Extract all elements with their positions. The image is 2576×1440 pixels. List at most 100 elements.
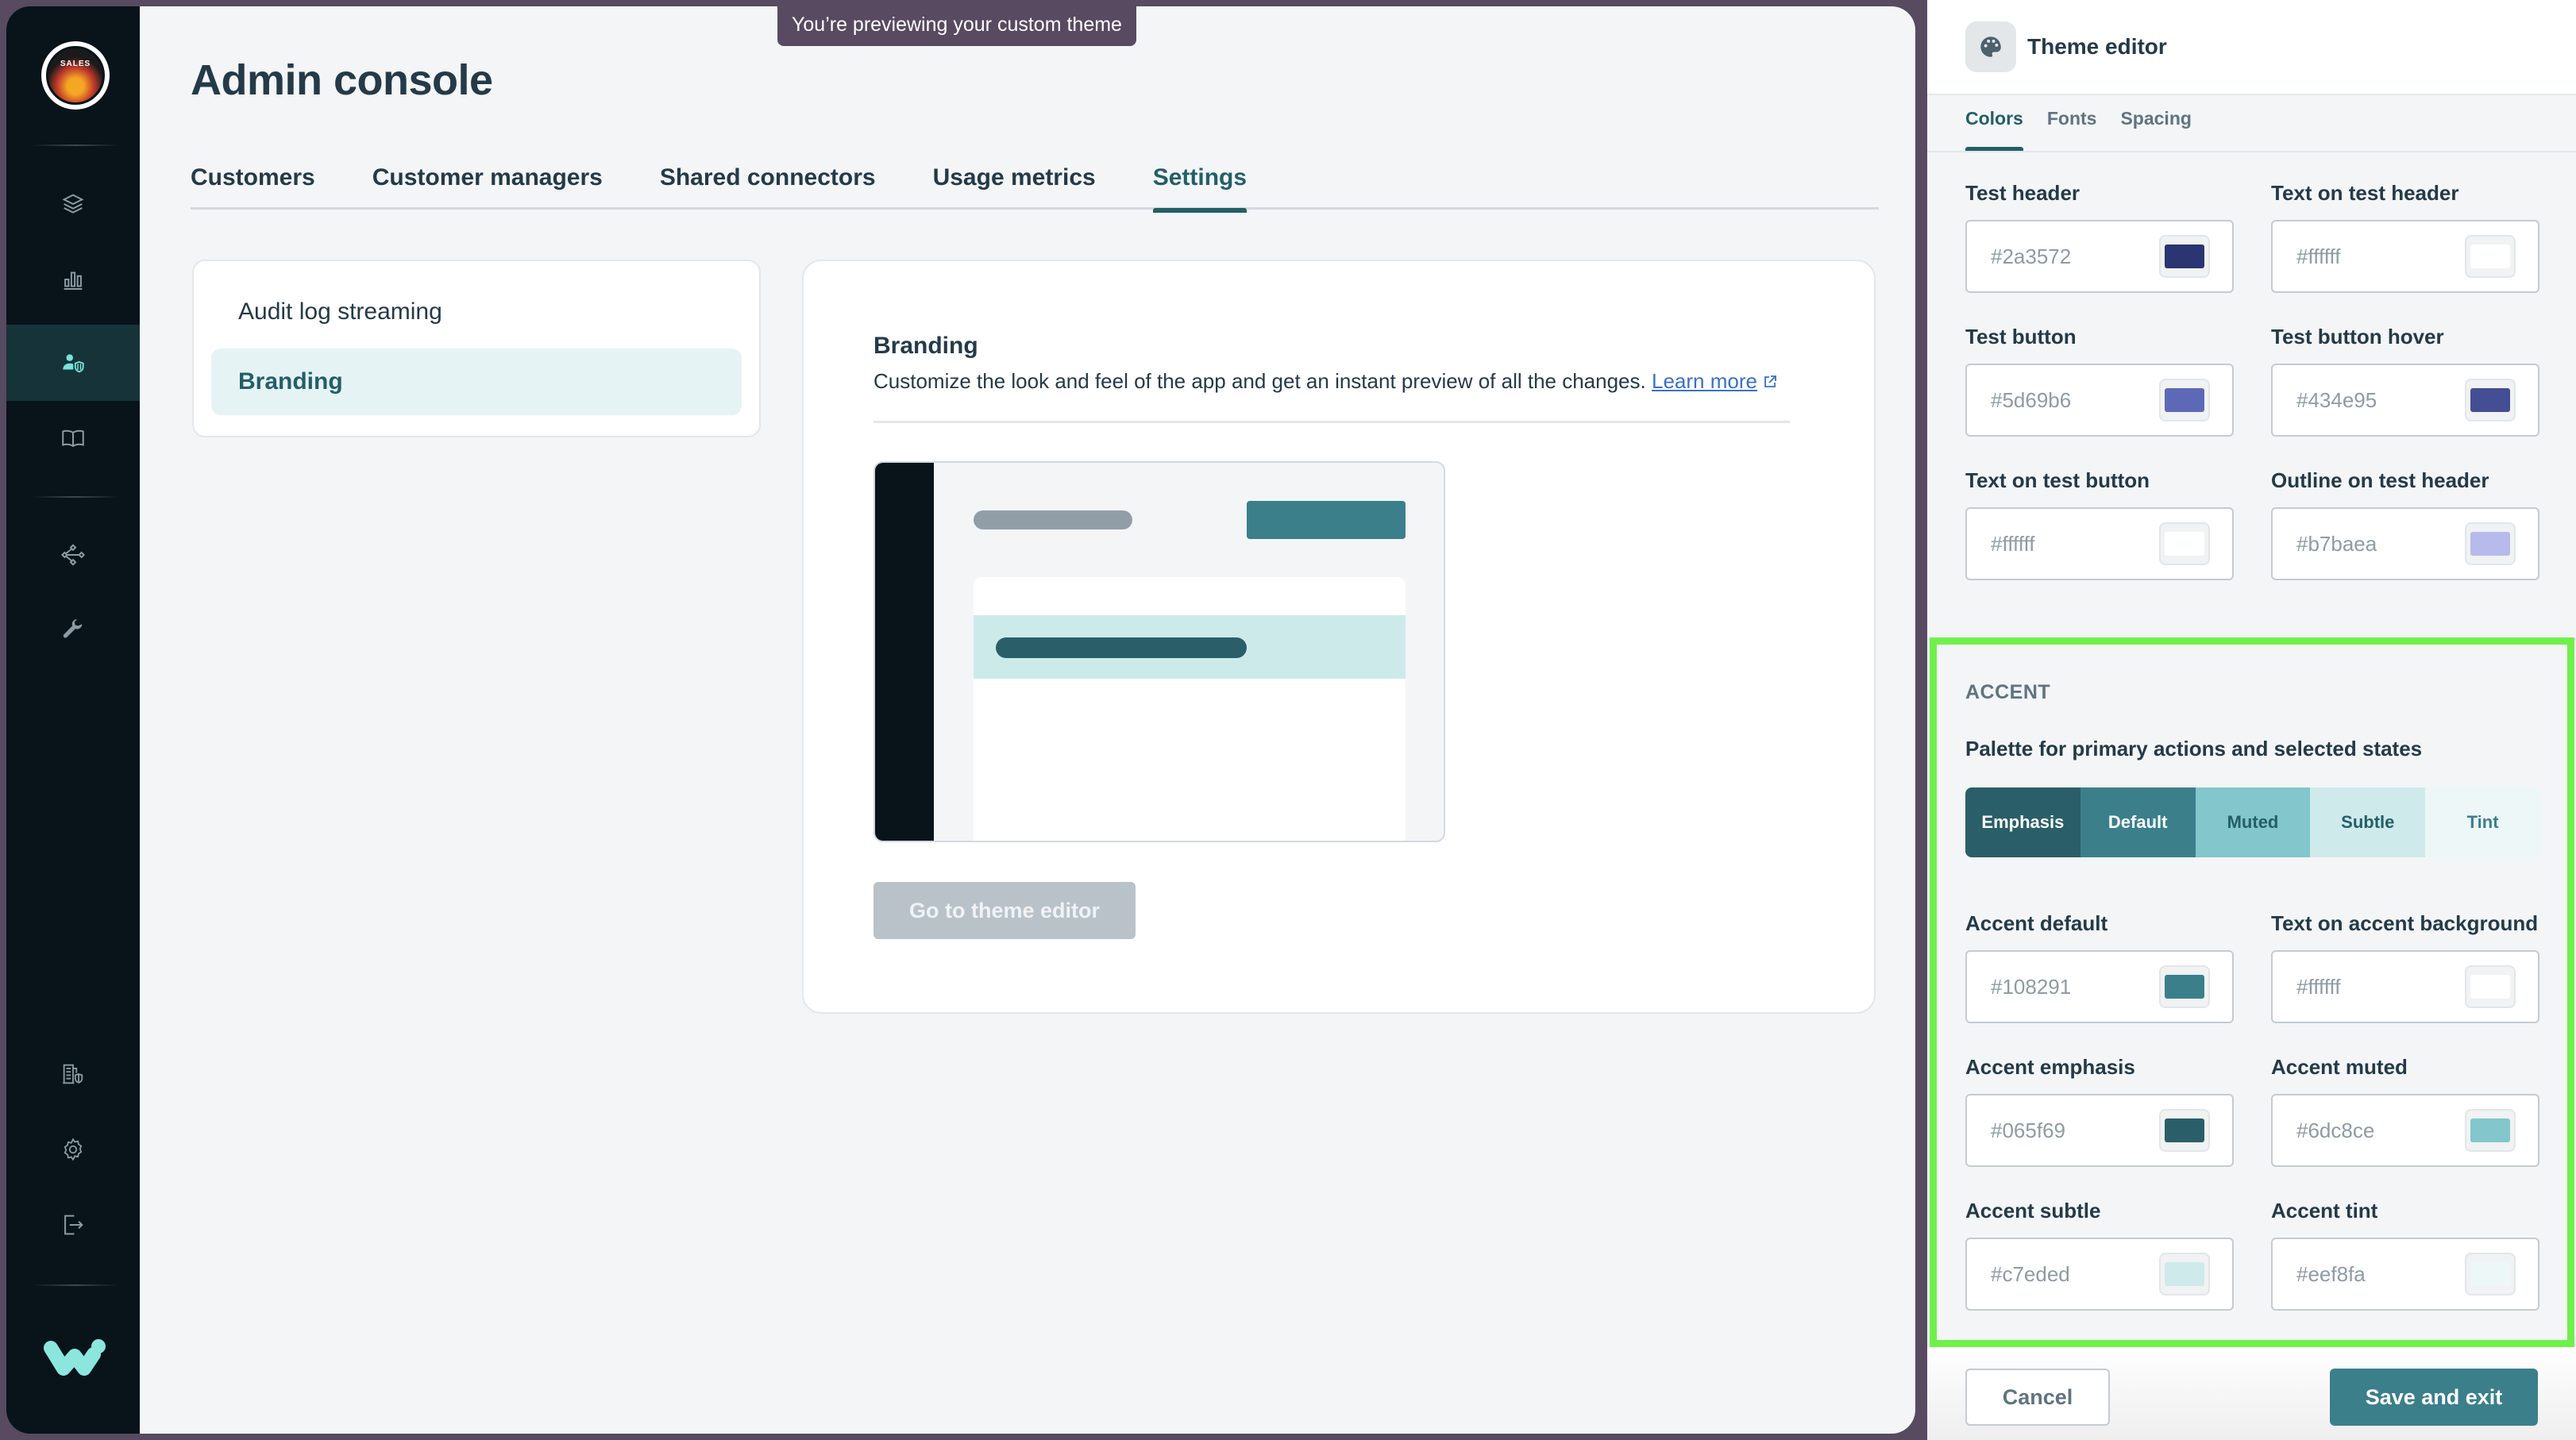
- sidebar-item-tools[interactable]: [6, 592, 140, 668]
- sidebar-item-analytics[interactable]: [6, 241, 140, 318]
- color-swatch: [2165, 388, 2204, 412]
- color-swatch-button[interactable]: [2465, 1253, 2516, 1296]
- field-label: Test header: [1965, 181, 2080, 205]
- color-swatch-button[interactable]: [2159, 965, 2210, 1008]
- color-swatch: [2470, 975, 2510, 999]
- cancel-button[interactable]: Cancel: [1965, 1369, 2110, 1426]
- field-label: Accent muted: [2271, 1055, 2408, 1079]
- settings-nav: Audit log streaming Branding: [192, 260, 761, 437]
- field-text-on-test-header: Text on test header #ffffff: [2271, 181, 2539, 293]
- hex-value: #eef8fa: [2296, 1261, 2366, 1286]
- tab-fonts[interactable]: Fonts: [2047, 95, 2097, 151]
- color-swatch-button[interactable]: [2159, 379, 2210, 422]
- sidebar-item-layers[interactable]: [6, 166, 140, 242]
- color-swatch-button[interactable]: [2465, 522, 2516, 565]
- test-header-color-input[interactable]: #2a3572: [1965, 220, 2234, 293]
- tab-settings[interactable]: Settings: [1152, 162, 1248, 213]
- field-label: Text on test header: [2271, 181, 2459, 205]
- field-label: Accent emphasis: [1965, 1055, 2135, 1079]
- accent-heading: ACCENT: [1965, 681, 2051, 703]
- settings-nav-branding[interactable]: Branding: [211, 348, 742, 415]
- layers-icon: [62, 194, 84, 214]
- sidebar-item-organization[interactable]: [6, 1036, 140, 1112]
- sidebar-item-logout[interactable]: [6, 1187, 140, 1263]
- tab-customer-managers[interactable]: Customer managers: [372, 162, 603, 210]
- page-title: Admin console: [191, 56, 493, 104]
- tab-usage-metrics[interactable]: Usage metrics: [933, 162, 1096, 210]
- accent-section: ACCENT Palette for primary actions and s…: [1930, 637, 2574, 1347]
- accent-muted-color-input[interactable]: #6dc8ce: [2271, 1094, 2539, 1167]
- w-logo-icon[interactable]: [43, 1337, 106, 1378]
- tab-spacing[interactable]: Spacing: [2120, 95, 2191, 151]
- hex-value: #434e95: [2296, 387, 2377, 412]
- branding-description-text: Customize the look and feel of the app a…: [873, 369, 1646, 393]
- field-label: Accent tint: [2271, 1199, 2378, 1222]
- tab-customers[interactable]: Customers: [191, 162, 315, 210]
- color-swatch: [2165, 975, 2204, 999]
- sidebar-item-docs[interactable]: [6, 400, 140, 476]
- accent-subtle-color-input[interactable]: #c7eded: [1965, 1238, 2234, 1311]
- color-swatch: [2165, 1119, 2204, 1142]
- color-swatch-button[interactable]: [2159, 522, 2210, 565]
- text-on-test-header-color-input[interactable]: #ffffff: [2271, 220, 2539, 293]
- tab-colors[interactable]: Colors: [1965, 95, 2023, 151]
- palette-default[interactable]: Default: [2080, 787, 2196, 857]
- field-outline-on-test-header: Outline on test header #b7baea: [2271, 468, 2539, 580]
- field-accent-default: Accent default #108291: [1965, 911, 2234, 1023]
- settings-nav-audit-log-streaming[interactable]: Audit log streaming: [211, 279, 742, 345]
- field-accent-tint: Accent tint #eef8fa: [2271, 1199, 2539, 1311]
- preview-row-text: [996, 637, 1247, 658]
- color-swatch: [2165, 1262, 2204, 1286]
- test-button-color-input[interactable]: #5d69b6: [1965, 364, 2234, 437]
- outline-on-test-header-color-input[interactable]: #b7baea: [2271, 507, 2539, 580]
- accent-emphasis-color-input[interactable]: #065f69: [1965, 1094, 2234, 1167]
- hex-value: #6dc8ce: [2296, 1118, 2375, 1142]
- color-swatch: [2470, 244, 2510, 268]
- color-swatch-button[interactable]: [2159, 1109, 2210, 1152]
- save-and-exit-button[interactable]: Save and exit: [2330, 1369, 2538, 1426]
- palette-tint[interactable]: Tint: [2425, 787, 2540, 857]
- logout-icon: [64, 1215, 83, 1235]
- theme-editor-footer: Cancel Save and exit: [1927, 1347, 2576, 1440]
- sidebar-item-admin[interactable]: [6, 325, 140, 401]
- admin-tabs: Customers Customer managers Shared conne…: [191, 162, 1879, 213]
- palette-emphasis[interactable]: Emphasis: [1965, 787, 2080, 857]
- learn-more-label: Learn more: [1651, 369, 1757, 393]
- field-test-button: Test button #5d69b6: [1965, 325, 2234, 437]
- main-content: You’re previewing your custom theme Admi…: [140, 3, 1915, 1434]
- test-button-hover-color-input[interactable]: #434e95: [2271, 364, 2539, 437]
- field-text-on-test-button: Text on test button #ffffff: [1965, 468, 2234, 580]
- color-swatch: [2165, 532, 2204, 556]
- color-swatch-button[interactable]: [2465, 235, 2516, 278]
- accent-subtitle: Palette for primary actions and selected…: [1965, 737, 2423, 760]
- accent-tint-color-input[interactable]: #eef8fa: [2271, 1238, 2539, 1311]
- text-on-accent-color-input[interactable]: #ffffff: [2271, 950, 2539, 1023]
- color-swatch-button[interactable]: [2465, 965, 2516, 1008]
- preview-sidebar: [875, 463, 934, 841]
- sidebar-item-workflows[interactable]: [6, 517, 140, 593]
- hex-value: #2a3572: [1991, 244, 2072, 268]
- palette-muted[interactable]: Muted: [2195, 787, 2311, 857]
- theme-editor-header: Theme editor: [1927, 0, 2576, 95]
- go-to-theme-editor-button[interactable]: Go to theme editor: [873, 882, 1136, 939]
- tab-shared-connectors[interactable]: Shared connectors: [660, 162, 876, 210]
- color-swatch-button[interactable]: [2465, 379, 2516, 422]
- org-logo[interactable]: SALES: [41, 41, 110, 110]
- learn-more-link[interactable]: Learn more: [1652, 369, 1757, 393]
- color-swatch-button[interactable]: [2159, 235, 2210, 278]
- field-accent-subtle: Accent subtle #c7eded: [1965, 1199, 2234, 1311]
- book-icon: [62, 429, 84, 448]
- color-swatch-button[interactable]: [2159, 1253, 2210, 1296]
- sidebar-divider: [32, 144, 119, 146]
- preview-title-placeholder: [974, 510, 1132, 529]
- accent-default-color-input[interactable]: #108291: [1965, 950, 2234, 1023]
- color-swatch-button[interactable]: [2465, 1109, 2516, 1152]
- theme-editor-tabs: Colors Fonts Spacing: [1927, 95, 2576, 152]
- palette-subtle[interactable]: Subtle: [2310, 787, 2426, 857]
- sidebar-item-settings[interactable]: [6, 1111, 140, 1188]
- wrench-icon: [63, 618, 83, 638]
- hex-value: #ffffff: [2296, 974, 2341, 999]
- palette-icon: [1965, 21, 2016, 72]
- text-on-test-button-color-input[interactable]: #ffffff: [1965, 507, 2234, 580]
- accent-color-fields: Accent default #108291 Text on accent ba…: [1965, 911, 2539, 1311]
